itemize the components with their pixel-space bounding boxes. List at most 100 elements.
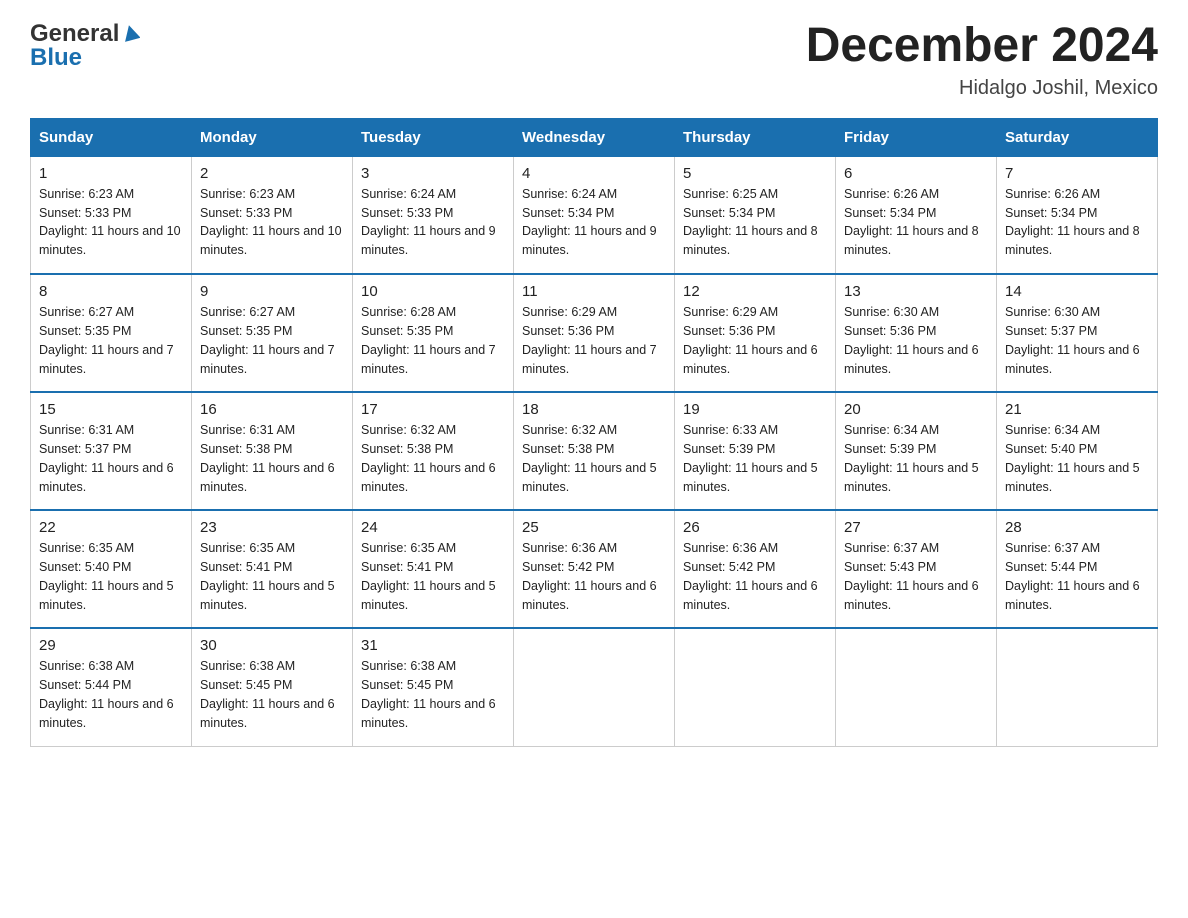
logo-triangle-icon [122,24,140,47]
day-info: Sunrise: 6:35 AMSunset: 5:40 PMDaylight:… [39,539,183,614]
column-header-sunday: Sunday [31,118,192,156]
calendar-cell: 5Sunrise: 6:25 AMSunset: 5:34 PMDaylight… [675,156,836,274]
day-info: Sunrise: 6:38 AMSunset: 5:45 PMDaylight:… [361,657,505,732]
week-row-3: 15Sunrise: 6:31 AMSunset: 5:37 PMDayligh… [31,392,1158,510]
calendar-cell: 21 Sunrise: 6:34 AMSunset: 5:40 PMDayligh… [997,392,1158,510]
calendar-cell: 31 Sunrise: 6:38 AMSunset: 5:45 PMDayligh… [353,628,514,746]
day-info: Sunrise: 6:24 AMSunset: 5:33 PMDaylight:… [361,185,505,260]
calendar-cell: 7 Sunrise: 6:26 AMSunset: 5:34 PMDaylight… [997,156,1158,274]
calendar-cell: 10Sunrise: 6:28 AMSunset: 5:35 PMDayligh… [353,274,514,392]
day-info: Sunrise: 6:31 AMSunset: 5:37 PMDaylight:… [39,421,183,496]
day-number: 31 [361,637,505,654]
day-number: 26 [683,519,827,536]
day-info: Sunrise: 6:37 AMSunset: 5:43 PMDaylight:… [844,539,988,614]
page-header: General Blue December 2024 Hidalgo Joshi… [30,20,1158,100]
day-number: 11 [522,283,666,300]
day-number: 8 [39,283,183,300]
day-number: 10 [361,283,505,300]
calendar-cell: 2 Sunrise: 6:23 AMSunset: 5:33 PMDaylight… [192,156,353,274]
day-number: 12 [683,283,827,300]
day-number: 7 [1005,165,1149,182]
calendar-cell: 28 Sunrise: 6:37 AMSunset: 5:44 PMDayligh… [997,510,1158,628]
day-number: 1 [39,165,183,182]
day-info: Sunrise: 6:27 AMSunset: 5:35 PMDaylight:… [200,303,344,378]
title-block: December 2024 Hidalgo Joshil, Mexico [806,20,1158,100]
calendar-cell: 18Sunrise: 6:32 AMSunset: 5:38 PMDayligh… [514,392,675,510]
day-info: Sunrise: 6:36 AMSunset: 5:42 PMDaylight:… [522,539,666,614]
calendar-cell [997,628,1158,746]
day-number: 14 [1005,283,1149,300]
day-info: Sunrise: 6:32 AMSunset: 5:38 PMDaylight:… [361,421,505,496]
calendar-cell: 22Sunrise: 6:35 AMSunset: 5:40 PMDayligh… [31,510,192,628]
calendar-cell [514,628,675,746]
calendar-cell [836,628,997,746]
day-info: Sunrise: 6:36 AMSunset: 5:42 PMDaylight:… [683,539,827,614]
calendar-cell: 19Sunrise: 6:33 AMSunset: 5:39 PMDayligh… [675,392,836,510]
logo: General Blue [30,20,140,72]
calendar-cell: 26 Sunrise: 6:36 AMSunset: 5:42 PMDayligh… [675,510,836,628]
calendar-cell: 24 Sunrise: 6:35 AMSunset: 5:41 PMDayligh… [353,510,514,628]
day-number: 28 [1005,519,1149,536]
calendar-cell: 9Sunrise: 6:27 AMSunset: 5:35 PMDaylight… [192,274,353,392]
calendar-cell: 8 Sunrise: 6:27 AMSunset: 5:35 PMDaylight… [31,274,192,392]
calendar-cell: 15Sunrise: 6:31 AMSunset: 5:37 PMDayligh… [31,392,192,510]
calendar-cell: 17 Sunrise: 6:32 AMSunset: 5:38 PMDayligh… [353,392,514,510]
day-info: Sunrise: 6:34 AMSunset: 5:40 PMDaylight:… [1005,421,1149,496]
day-info: Sunrise: 6:29 AMSunset: 5:36 PMDaylight:… [683,303,827,378]
day-number: 24 [361,519,505,536]
day-info: Sunrise: 6:24 AMSunset: 5:34 PMDaylight:… [522,185,666,260]
day-info: Sunrise: 6:32 AMSunset: 5:38 PMDaylight:… [522,421,666,496]
calendar-cell: 27Sunrise: 6:37 AMSunset: 5:43 PMDayligh… [836,510,997,628]
day-info: Sunrise: 6:38 AMSunset: 5:45 PMDaylight:… [200,657,344,732]
week-row-5: 29 Sunrise: 6:38 AMSunset: 5:44 PMDayligh… [31,628,1158,746]
day-info: Sunrise: 6:27 AMSunset: 5:35 PMDaylight:… [39,303,183,378]
calendar-cell: 23 Sunrise: 6:35 AMSunset: 5:41 PMDayligh… [192,510,353,628]
day-number: 30 [200,637,344,654]
calendar-cell: 25 Sunrise: 6:36 AMSunset: 5:42 PMDayligh… [514,510,675,628]
week-row-1: 1 Sunrise: 6:23 AMSunset: 5:33 PMDaylight… [31,156,1158,274]
day-info: Sunrise: 6:38 AMSunset: 5:44 PMDaylight:… [39,657,183,732]
day-info: Sunrise: 6:25 AMSunset: 5:34 PMDaylight:… [683,185,827,260]
day-info: Sunrise: 6:23 AMSunset: 5:33 PMDaylight:… [200,185,344,260]
calendar-cell: 11Sunrise: 6:29 AMSunset: 5:36 PMDayligh… [514,274,675,392]
day-info: Sunrise: 6:26 AMSunset: 5:34 PMDaylight:… [844,185,988,260]
day-info: Sunrise: 6:26 AMSunset: 5:34 PMDaylight:… [1005,185,1149,260]
day-number: 29 [39,637,183,654]
main-title: December 2024 [806,20,1158,73]
day-number: 4 [522,165,666,182]
calendar-header-row: SundayMondayTuesdayWednesdayThursdayFrid… [31,118,1158,156]
day-number: 2 [200,165,344,182]
calendar-table: SundayMondayTuesdayWednesdayThursdayFrid… [30,118,1158,747]
week-row-2: 8 Sunrise: 6:27 AMSunset: 5:35 PMDaylight… [31,274,1158,392]
calendar-cell: 6 Sunrise: 6:26 AMSunset: 5:34 PMDaylight… [836,156,997,274]
calendar-cell: 20 Sunrise: 6:34 AMSunset: 5:39 PMDayligh… [836,392,997,510]
calendar-cell: 4 Sunrise: 6:24 AMSunset: 5:34 PMDaylight… [514,156,675,274]
day-number: 6 [844,165,988,182]
day-number: 16 [200,401,344,418]
day-info: Sunrise: 6:37 AMSunset: 5:44 PMDaylight:… [1005,539,1149,614]
day-number: 13 [844,283,988,300]
calendar-cell [675,628,836,746]
column-header-wednesday: Wednesday [514,118,675,156]
week-row-4: 22Sunrise: 6:35 AMSunset: 5:40 PMDayligh… [31,510,1158,628]
day-info: Sunrise: 6:30 AMSunset: 5:37 PMDaylight:… [1005,303,1149,378]
calendar-cell: 30 Sunrise: 6:38 AMSunset: 5:45 PMDayligh… [192,628,353,746]
day-number: 25 [522,519,666,536]
day-number: 23 [200,519,344,536]
column-header-tuesday: Tuesday [353,118,514,156]
day-number: 3 [361,165,505,182]
day-info: Sunrise: 6:34 AMSunset: 5:39 PMDaylight:… [844,421,988,496]
column-header-thursday: Thursday [675,118,836,156]
calendar-cell: 12 Sunrise: 6:29 AMSunset: 5:36 PMDayligh… [675,274,836,392]
day-number: 20 [844,401,988,418]
day-info: Sunrise: 6:23 AMSunset: 5:33 PMDaylight:… [39,185,183,260]
logo-blue-text: Blue [30,44,82,72]
day-info: Sunrise: 6:35 AMSunset: 5:41 PMDaylight:… [200,539,344,614]
day-number: 21 [1005,401,1149,418]
calendar-cell: 13Sunrise: 6:30 AMSunset: 5:36 PMDayligh… [836,274,997,392]
calendar-cell: 1 Sunrise: 6:23 AMSunset: 5:33 PMDaylight… [31,156,192,274]
day-number: 17 [361,401,505,418]
calendar-cell: 29 Sunrise: 6:38 AMSunset: 5:44 PMDayligh… [31,628,192,746]
column-header-monday: Monday [192,118,353,156]
day-info: Sunrise: 6:35 AMSunset: 5:41 PMDaylight:… [361,539,505,614]
